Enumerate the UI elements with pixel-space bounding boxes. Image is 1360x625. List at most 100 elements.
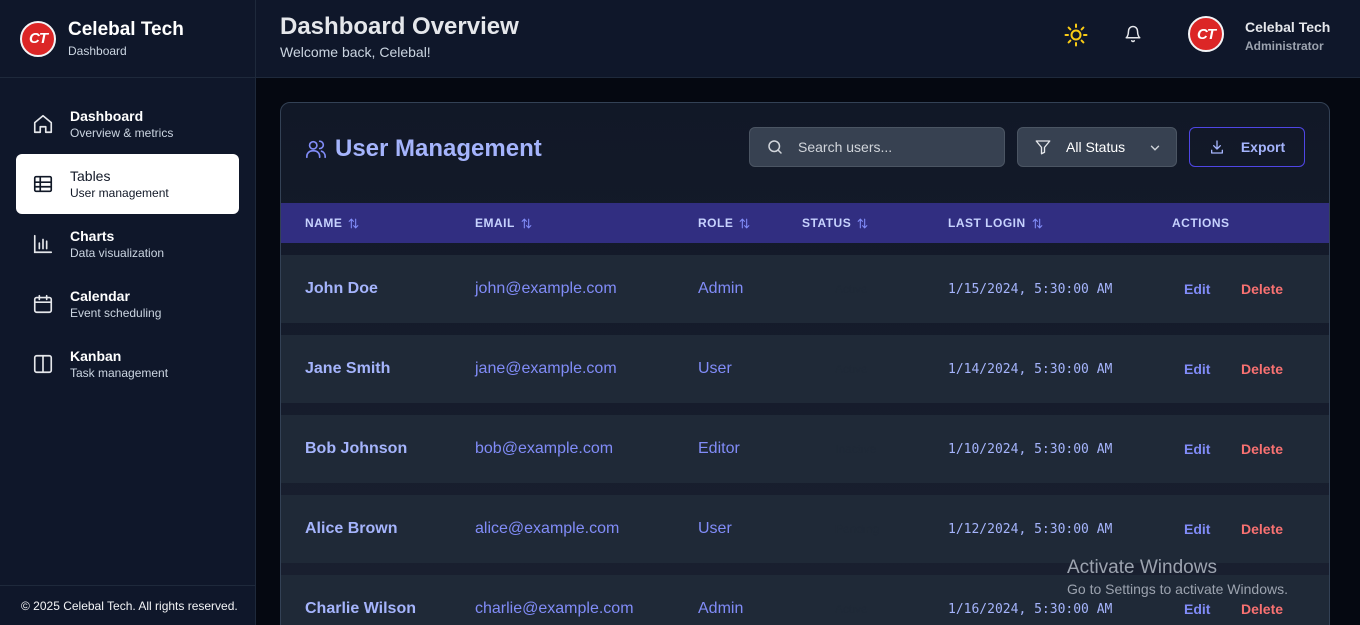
edit-button[interactable]: Edit	[1184, 575, 1210, 625]
export-button[interactable]: Export	[1189, 127, 1305, 167]
search-icon	[768, 140, 782, 154]
sort-icon	[739, 217, 750, 229]
cell-name: Jane Smith	[305, 360, 391, 377]
user-management-card: User Management All Status Export NAME E…	[280, 102, 1330, 625]
home-icon	[33, 114, 53, 134]
export-label: Export	[1240, 139, 1286, 155]
status-badge: Active	[835, 602, 868, 616]
brand-subtitle: Dashboard	[68, 44, 127, 58]
table-row: John Doe john@example.com Admin Active 1…	[281, 255, 1329, 323]
download-icon	[1210, 140, 1223, 154]
cell-email: bob@example.com	[475, 440, 614, 457]
sun-icon[interactable]	[1064, 23, 1088, 47]
sidebar-item-desc: Overview & metrics	[70, 126, 174, 140]
cell-email: charlie@example.com	[475, 600, 634, 617]
sort-icon	[857, 217, 868, 229]
cell-email: jane@example.com	[475, 360, 617, 377]
delete-button[interactable]: Delete	[1241, 255, 1283, 323]
cell-name: Bob Johnson	[305, 440, 408, 457]
filter-icon	[1035, 140, 1051, 155]
sidebar-item-desc: Data visualization	[70, 246, 165, 260]
sidebar-item-label: Tables	[70, 168, 111, 184]
status-badge: Pending	[835, 522, 880, 536]
sidebar-nav: Dashboard Overview & metrics Tables User…	[0, 78, 255, 394]
page-title: Dashboard Overview	[280, 13, 519, 40]
sidebar-item-tables[interactable]: Tables User management	[16, 154, 239, 214]
cell-role: Editor	[698, 440, 740, 457]
bell-icon[interactable]	[1124, 25, 1142, 43]
cell-email: john@example.com	[475, 280, 617, 297]
column-header-status[interactable]: STATUS	[802, 203, 869, 243]
sidebar-item-desc: Task management	[70, 366, 169, 380]
sort-icon	[348, 217, 359, 229]
column-header-last-login[interactable]: LAST LOGIN	[948, 203, 1044, 243]
edit-button[interactable]: Edit	[1184, 255, 1210, 323]
sidebar-item-desc: Event scheduling	[70, 306, 162, 320]
table-icon	[33, 175, 53, 193]
avatar[interactable]: CT	[1188, 16, 1224, 52]
cell-email: alice@example.com	[475, 520, 620, 537]
cell-last-login: 1/12/2024, 5:30:00 AM	[948, 521, 1113, 537]
search-input[interactable]	[798, 139, 988, 155]
status-filter-select[interactable]: All Status	[1017, 127, 1177, 167]
cell-name: Charlie Wilson	[305, 600, 416, 617]
calendar-icon	[33, 294, 53, 314]
sidebar-item-desc: User management	[70, 186, 169, 200]
delete-button[interactable]: Delete	[1241, 415, 1283, 483]
sidebar-item-calendar[interactable]: Calendar Event scheduling	[16, 274, 239, 334]
columns-icon	[33, 354, 53, 374]
user-role: Administrator	[1245, 39, 1324, 53]
cell-name: John Doe	[305, 280, 378, 297]
brand-logo: CT	[20, 20, 56, 57]
table-row: Bob Johnson bob@example.com Editor Inact…	[281, 415, 1329, 483]
card-title-text: User Management	[335, 135, 542, 162]
cell-role: Admin	[698, 280, 744, 297]
sidebar-item-dashboard[interactable]: Dashboard Overview & metrics	[16, 94, 239, 154]
sidebar-item-label: Dashboard	[70, 108, 144, 124]
status-badge: Inactive	[835, 442, 877, 456]
table-header: NAME EMAIL ROLE STATUS LAST LOGIN ACTION…	[281, 203, 1329, 243]
filter-label: All Status	[1066, 139, 1126, 155]
sidebar-item-kanban[interactable]: Kanban Task management	[16, 334, 239, 394]
card-title: User Management	[305, 135, 542, 163]
column-header-role[interactable]: ROLE	[698, 203, 751, 243]
sidebar-footer: © 2025 Celebal Tech. All rights reserved…	[0, 585, 255, 625]
bar-chart-icon	[33, 234, 53, 254]
edit-button[interactable]: Edit	[1184, 495, 1210, 563]
cell-name: Alice Brown	[305, 520, 398, 537]
search-box[interactable]	[749, 127, 1005, 167]
sidebar-item-label: Kanban	[70, 348, 122, 364]
column-header-email[interactable]: EMAIL	[475, 203, 533, 243]
column-header-actions: ACTIONS	[1172, 216, 1230, 230]
sort-icon	[521, 217, 532, 229]
column-header-name[interactable]: NAME	[305, 203, 360, 243]
brand-title: Celebal Tech	[68, 19, 184, 40]
table-row: Alice Brown alice@example.com User Pendi…	[281, 495, 1329, 563]
cell-last-login: 1/15/2024, 5:30:00 AM	[948, 281, 1113, 297]
sort-icon	[1032, 217, 1043, 229]
top-header: Dashboard Overview Welcome back, Celebal…	[256, 0, 1360, 78]
edit-button[interactable]: Edit	[1184, 415, 1210, 483]
chevron-down-icon	[1150, 145, 1160, 151]
page-subtitle: Welcome back, Celebal!	[280, 44, 431, 60]
sidebar-item-label: Calendar	[70, 288, 130, 304]
sidebar: CT Celebal Tech Dashboard Dashboard Over…	[0, 0, 256, 625]
sidebar-item-label: Charts	[70, 228, 115, 244]
user-name: Celebal Tech	[1245, 19, 1331, 35]
cell-last-login: 1/16/2024, 5:30:00 AM	[948, 601, 1113, 617]
cell-role: User	[698, 520, 732, 537]
cell-role: Admin	[698, 600, 744, 617]
cell-role: User	[698, 360, 732, 377]
brand: CT Celebal Tech Dashboard	[0, 0, 255, 78]
delete-button[interactable]: Delete	[1241, 575, 1283, 625]
edit-button[interactable]: Edit	[1184, 335, 1210, 403]
delete-button[interactable]: Delete	[1241, 335, 1283, 403]
users-icon	[306, 140, 326, 159]
delete-button[interactable]: Delete	[1241, 495, 1283, 563]
status-badge: Active	[835, 282, 868, 296]
cell-last-login: 1/10/2024, 5:30:00 AM	[948, 441, 1113, 457]
cell-last-login: 1/14/2024, 5:30:00 AM	[948, 361, 1113, 377]
sidebar-item-charts[interactable]: Charts Data visualization	[16, 214, 239, 274]
status-badge: Active	[835, 362, 868, 376]
table-row: Jane Smith jane@example.com User Active …	[281, 335, 1329, 403]
